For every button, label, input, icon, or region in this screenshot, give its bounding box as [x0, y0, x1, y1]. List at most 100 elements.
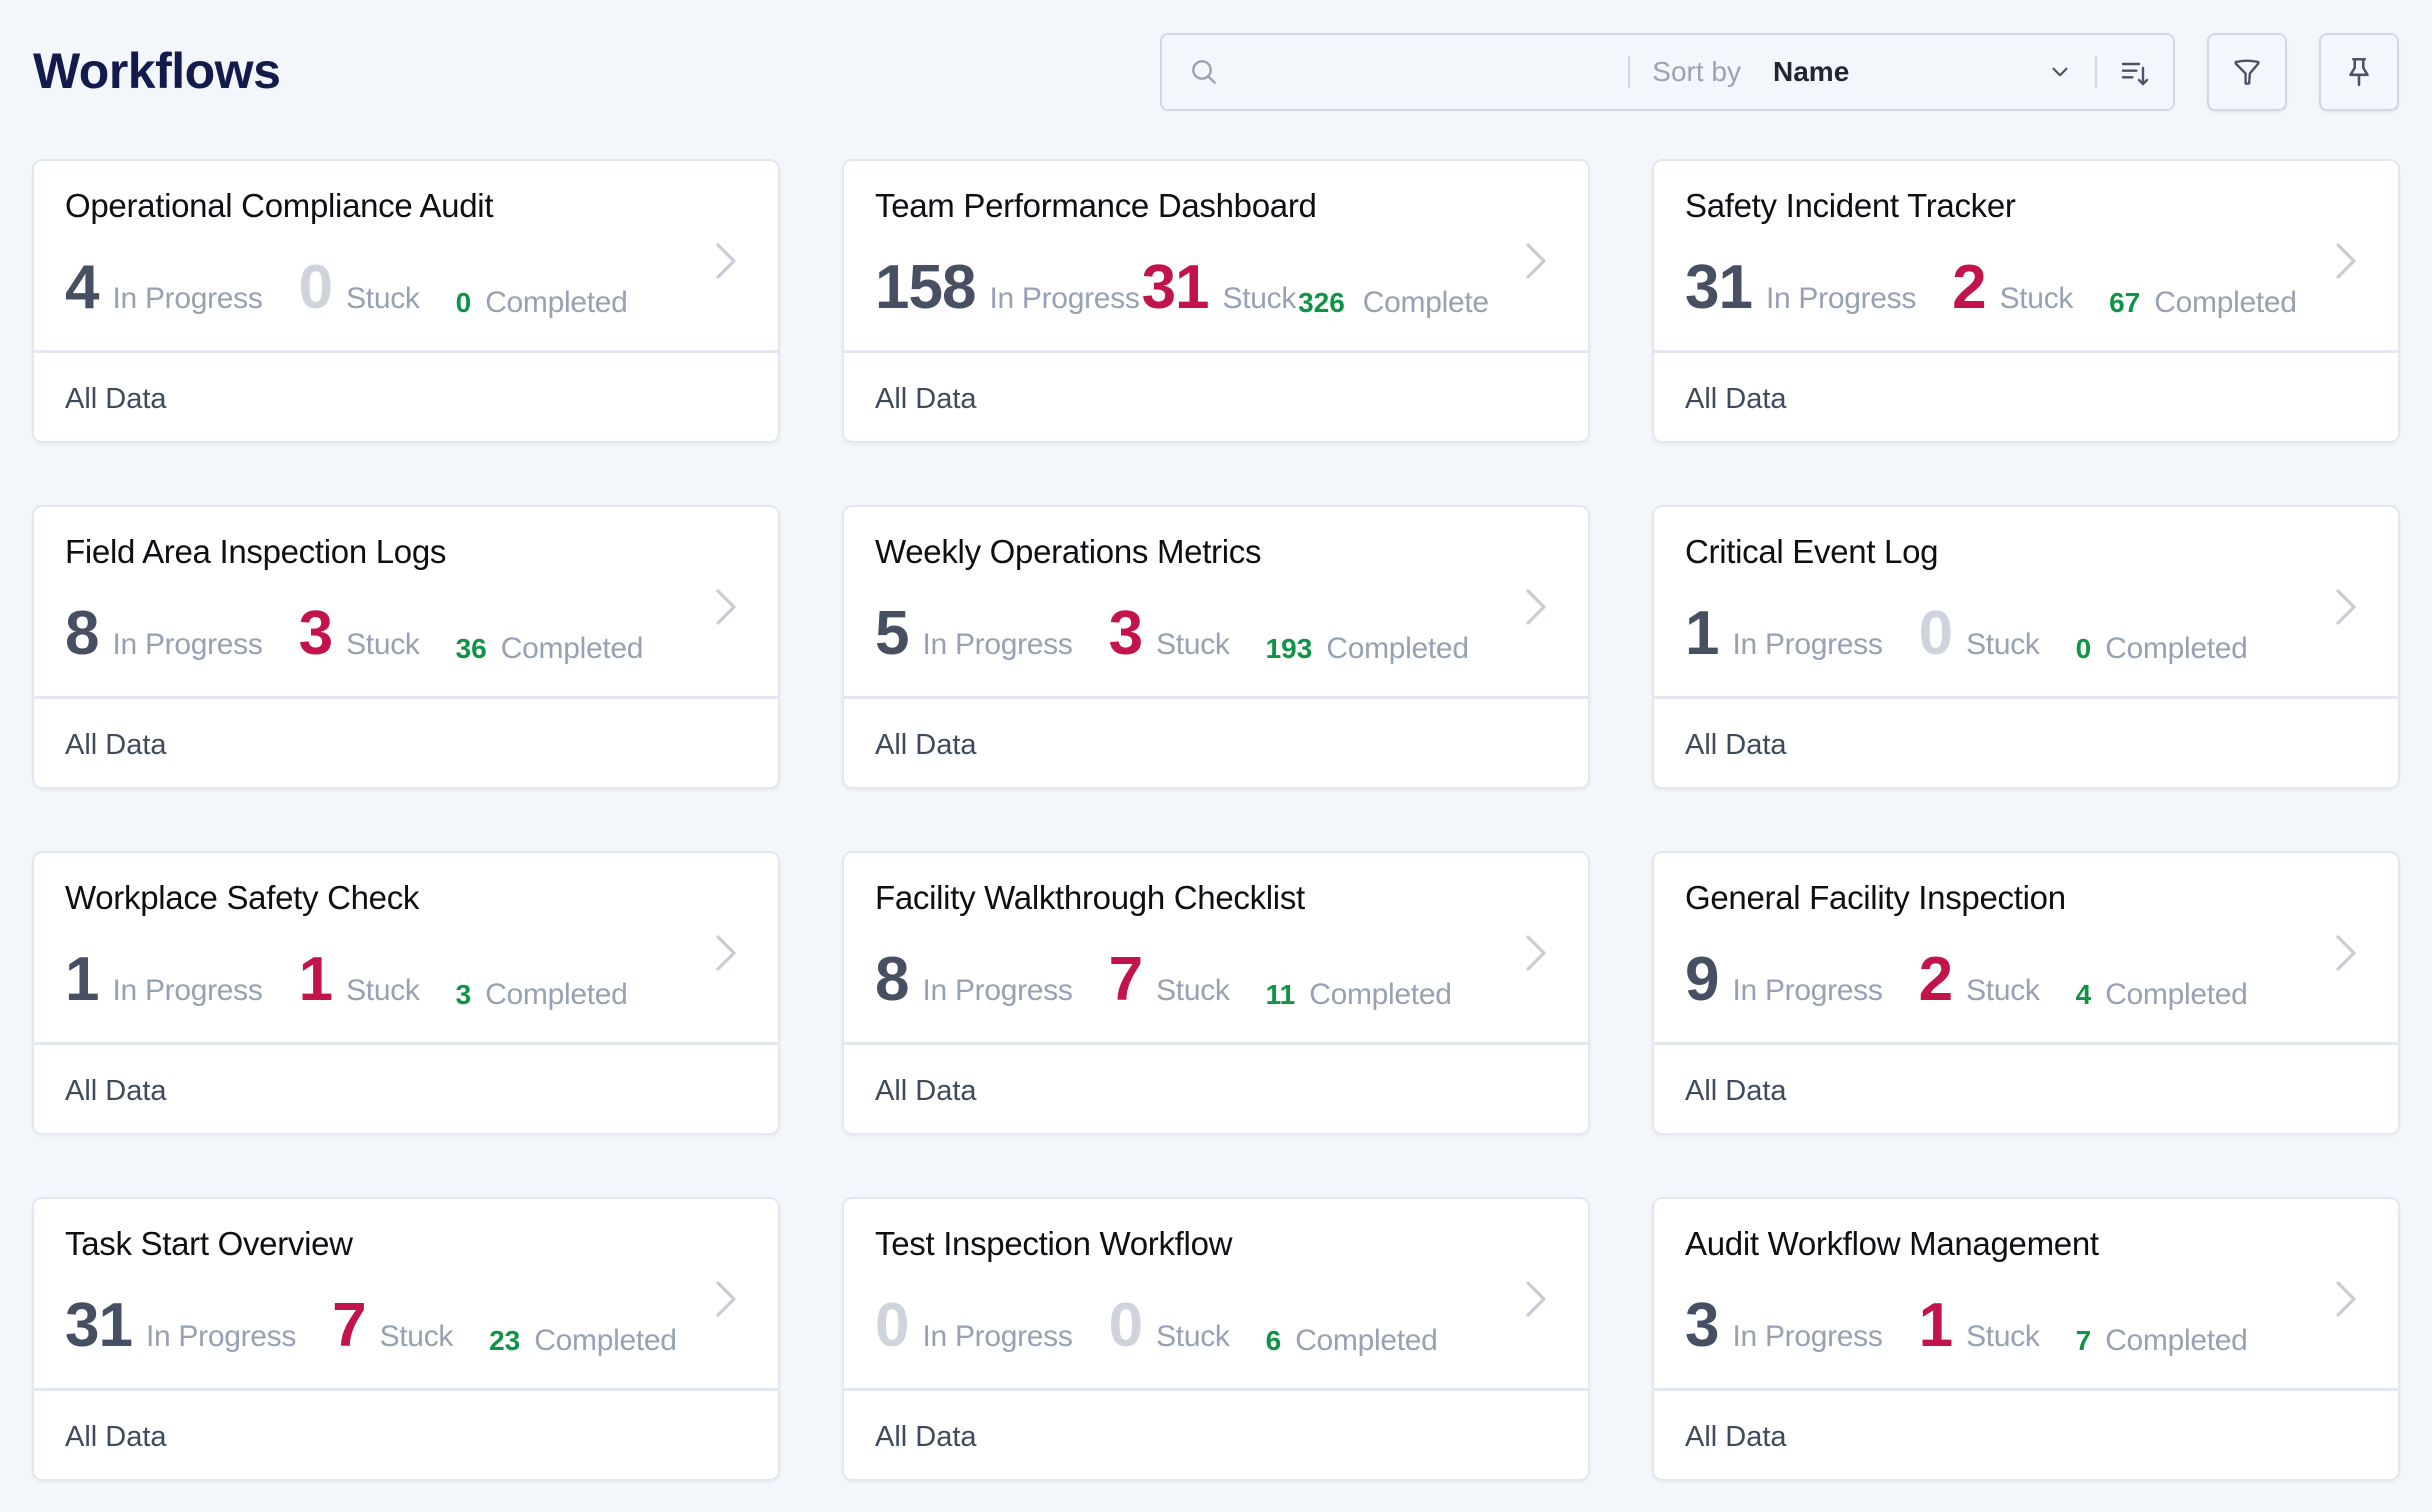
stuck-count: 3: [1108, 599, 1143, 668]
in-progress-count: 8: [65, 599, 99, 668]
completed-count: 0: [455, 287, 472, 318]
completed-label: Completed: [485, 286, 628, 319]
card-summary: Test Inspection Workflow 0 In Progress 0…: [844, 1199, 1588, 1391]
stuck-label: Stuck: [1966, 628, 2040, 661]
completed-stat: 193 Completed: [1266, 632, 1469, 666]
in-progress-count: 158: [875, 253, 976, 322]
divider: [1628, 56, 1631, 88]
chevron-right-icon[interactable]: [1524, 587, 1548, 627]
stuck-stat: 1 Stuck: [1919, 1295, 2040, 1357]
stuck-stat: 0 Stuck: [1109, 1295, 1230, 1357]
workflow-card[interactable]: Operational Compliance Audit 4 In Progre…: [32, 159, 780, 443]
in-progress-count: 5: [875, 599, 909, 668]
card-footer-label[interactable]: All Data: [875, 1421, 977, 1454]
card-footer-label[interactable]: All Data: [875, 383, 977, 416]
card-summary: Audit Workflow Management 3 In Progress …: [1654, 1199, 2398, 1391]
completed-stat: 7 Completed: [2076, 1324, 2248, 1358]
stuck-label: Stuck: [1156, 1320, 1230, 1353]
card-footer-label[interactable]: All Data: [875, 729, 977, 762]
completed-stat: 6 Completed: [1266, 1324, 1438, 1358]
completed-label: Completed: [1295, 1324, 1438, 1357]
stuck-count: 7: [1108, 945, 1143, 1014]
chevron-right-icon[interactable]: [2334, 587, 2358, 627]
workflow-card[interactable]: Workplace Safety Check 1 In Progress 1 S…: [32, 851, 780, 1135]
chevron-right-icon[interactable]: [714, 933, 738, 973]
sort-by-dropdown[interactable]: Name: [1773, 56, 2073, 88]
chevron-right-icon[interactable]: [714, 241, 738, 281]
completed-count: 36: [455, 633, 487, 664]
in-progress-label: In Progress: [1765, 282, 1917, 315]
workflow-stats: 9 In Progress 2 Stuck 4 Completed: [1685, 949, 2248, 1012]
in-progress-stat: 31 In Progress: [1685, 257, 1916, 319]
workflow-card[interactable]: General Facility Inspection 9 In Progres…: [1652, 851, 2400, 1135]
chevron-right-icon[interactable]: [1524, 933, 1548, 973]
in-progress-stat: 5 In Progress: [875, 603, 1073, 665]
chevron-right-icon[interactable]: [714, 1279, 738, 1319]
workflow-card[interactable]: Test Inspection Workflow 0 In Progress 0…: [842, 1197, 1590, 1481]
chevron-right-icon[interactable]: [1524, 241, 1548, 281]
chevron-right-icon[interactable]: [1524, 1279, 1548, 1319]
in-progress-label: In Progress: [112, 628, 263, 661]
filter-button[interactable]: [2207, 33, 2287, 111]
workflow-title: Facility Walkthrough Checklist: [875, 879, 1305, 916]
workflow-card[interactable]: Task Start Overview 31 In Progress 7 Stu…: [32, 1197, 780, 1481]
card-footer-label[interactable]: All Data: [65, 1421, 167, 1454]
in-progress-count: 1: [1685, 599, 1719, 668]
in-progress-stat: 8 In Progress: [875, 949, 1073, 1011]
stuck-count: 0: [1918, 599, 1953, 668]
stuck-label: Stuck: [1999, 282, 2074, 315]
workflow-card[interactable]: Field Area Inspection Logs 8 In Progress…: [32, 505, 780, 789]
chevron-right-icon[interactable]: [2334, 241, 2358, 281]
workflow-title: Team Performance Dashboard: [875, 187, 1317, 224]
workflow-card[interactable]: Audit Workflow Management 3 In Progress …: [1652, 1197, 2400, 1481]
in-progress-label: In Progress: [922, 1320, 1073, 1353]
workflow-card[interactable]: Weekly Operations Metrics 5 In Progress …: [842, 505, 1590, 789]
card-summary: Team Performance Dashboard 158 In Progre…: [844, 161, 1588, 353]
workflow-title: Audit Workflow Management: [1685, 1225, 2099, 1262]
workflow-card[interactable]: Critical Event Log 1 In Progress 0 Stuck…: [1652, 505, 2400, 789]
stuck-label: Stuck: [1156, 628, 1230, 661]
in-progress-stat: 4 In Progress: [65, 257, 263, 319]
workflow-stats: 8 In Progress 3 Stuck 36 Completed: [65, 599, 643, 668]
stuck-stat: 3 Stuck: [1109, 603, 1230, 665]
card-footer-label[interactable]: All Data: [1685, 383, 1787, 416]
card-footer-label[interactable]: All Data: [1685, 1421, 1787, 1454]
chevron-right-icon[interactable]: [2334, 933, 2358, 973]
search-input[interactable]: [1220, 35, 1629, 109]
card-footer-label[interactable]: All Data: [875, 1075, 977, 1108]
workflow-stats: 1 In Progress 1 Stuck 3 Completed: [65, 949, 628, 1012]
completed-stat: 3 Completed: [456, 978, 628, 1012]
stuck-label: Stuck: [379, 1320, 454, 1353]
card-footer-label[interactable]: All Data: [65, 729, 167, 762]
workflow-stats: 158 In Progress 31 Stuck 326 Complete: [875, 253, 1489, 322]
workflow-card[interactable]: Facility Walkthrough Checklist 8 In Prog…: [842, 851, 1590, 1135]
completed-count: 7: [2075, 1325, 2092, 1356]
in-progress-stat: 1 In Progress: [65, 949, 263, 1011]
card-summary: General Facility Inspection 9 In Progres…: [1654, 853, 2398, 1045]
completed-label: Completed: [2154, 286, 2297, 319]
workflow-cards-grid: Operational Compliance Audit 4 In Progre…: [32, 159, 2400, 1481]
stuck-stat: 2 Stuck: [1952, 257, 2073, 319]
card-footer-label[interactable]: All Data: [65, 383, 167, 416]
chevron-right-icon[interactable]: [2334, 1279, 2358, 1319]
completed-label: Complete: [1362, 286, 1489, 319]
in-progress-count: 31: [1685, 253, 1753, 322]
card-footer-label[interactable]: All Data: [1685, 729, 1787, 762]
completed-stat: 67 Completed: [2109, 286, 2297, 320]
card-summary: Facility Walkthrough Checklist 8 In Prog…: [844, 853, 1588, 1045]
card-summary: Safety Incident Tracker 31 In Progress 2…: [1654, 161, 2398, 353]
completed-stat: 11 Completed: [1266, 978, 1452, 1012]
stuck-count: 1: [1918, 1291, 1953, 1360]
sort-order-button[interactable]: [2097, 35, 2173, 109]
workflow-card[interactable]: Team Performance Dashboard 158 In Progre…: [842, 159, 1590, 443]
workflow-card[interactable]: Safety Incident Tracker 31 In Progress 2…: [1652, 159, 2400, 443]
stuck-stat: 0 Stuck: [1919, 603, 2040, 665]
workflow-title: Critical Event Log: [1685, 533, 1939, 570]
card-footer-label[interactable]: All Data: [1685, 1075, 1787, 1108]
in-progress-label: In Progress: [922, 974, 1073, 1007]
stuck-count: 7: [332, 1291, 366, 1360]
completed-count: 4: [2075, 979, 2092, 1010]
chevron-right-icon[interactable]: [714, 587, 738, 627]
card-footer-label[interactable]: All Data: [65, 1075, 167, 1108]
pin-button[interactable]: [2319, 33, 2399, 111]
